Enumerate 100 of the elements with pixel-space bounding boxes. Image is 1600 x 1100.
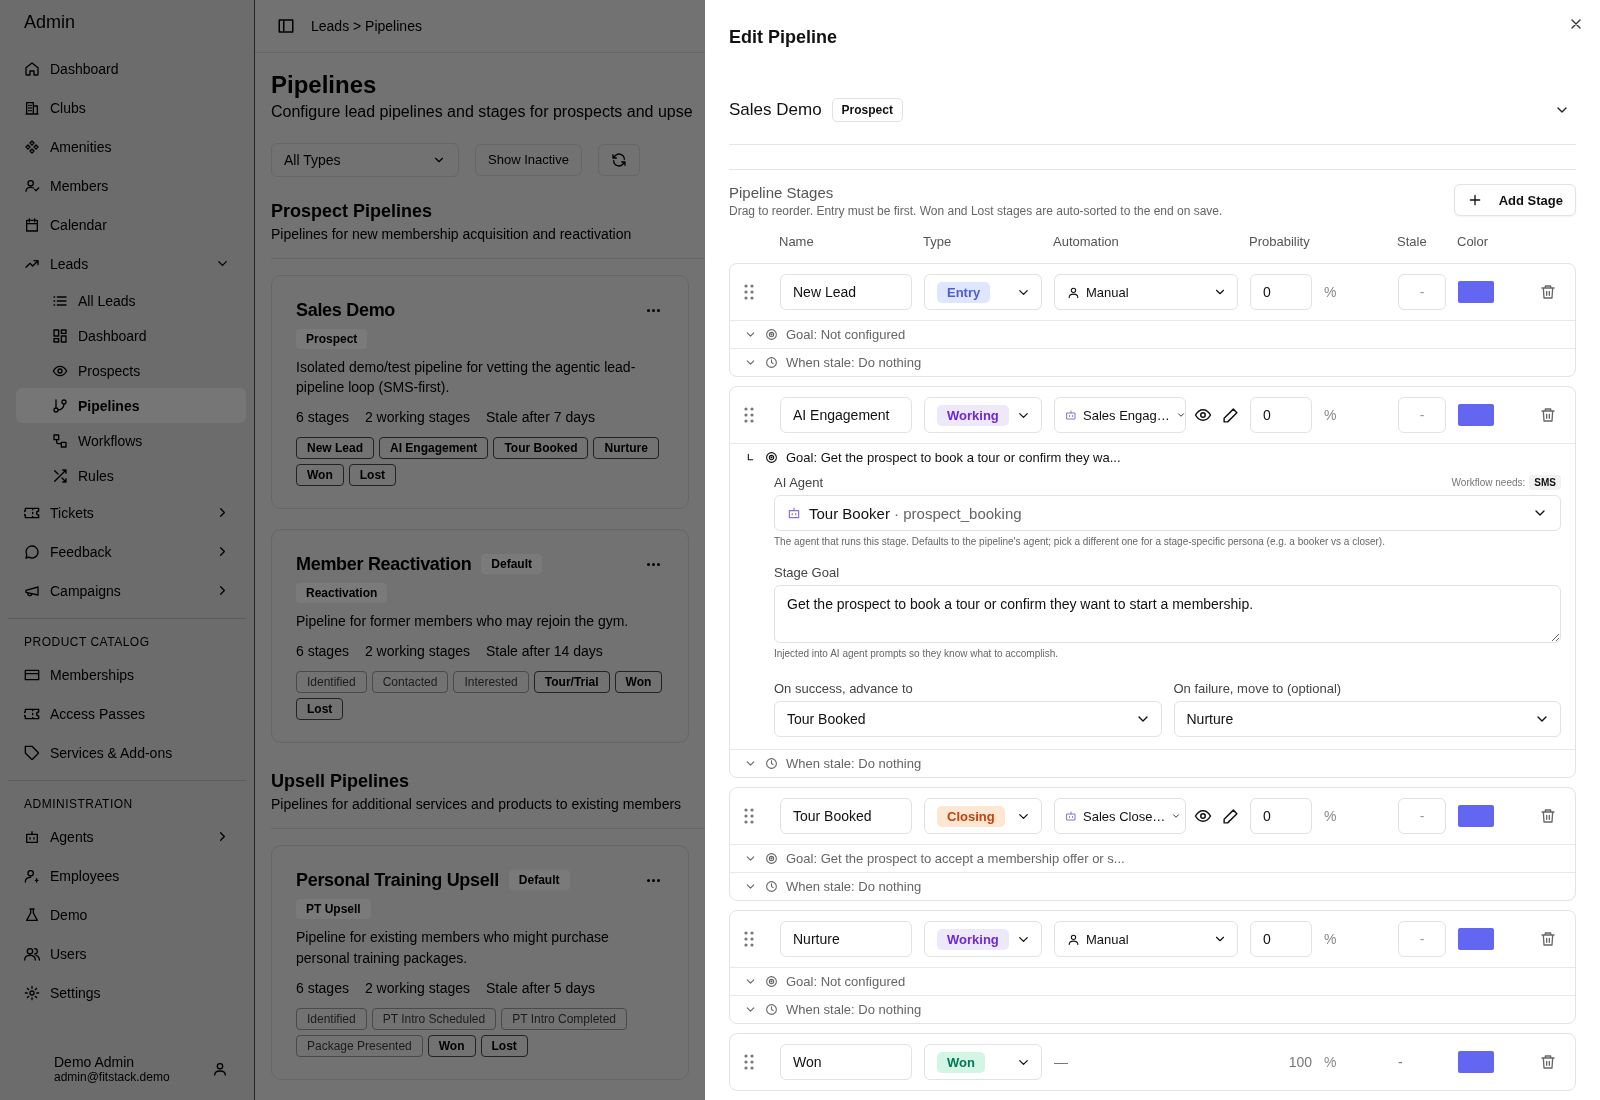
stage-name-field[interactable]: Won (780, 1044, 912, 1080)
goal-toggle[interactable]: Goal: Not configured (730, 320, 1575, 348)
nav-item[interactable]: Users (8, 934, 246, 973)
nav-item[interactable]: Memberships (8, 655, 246, 694)
color-swatch[interactable] (1458, 281, 1494, 303)
robot-icon (787, 506, 801, 520)
drag-handle-icon[interactable] (744, 1054, 754, 1070)
pipeline-stat: 2 working stages (364, 409, 470, 426)
nav-item[interactable]: Prospects (16, 353, 246, 388)
automation-select[interactable]: Manual (1054, 921, 1238, 957)
goal-toggle[interactable]: Goal: Get the prospect to book a tour or confirm they wa... (730, 443, 1575, 471)
type-select[interactable]: Working (924, 921, 1042, 957)
nav-item[interactable]: Dashboard (8, 49, 246, 88)
stale-toggle[interactable]: When stale: Do nothing (730, 872, 1575, 900)
type-select[interactable]: Closing (924, 798, 1042, 834)
nav-item[interactable]: Clubs (8, 88, 246, 127)
type-select[interactable]: Entry (924, 274, 1042, 310)
automation-select[interactable]: Sales Engag… (1054, 397, 1186, 433)
nav-item[interactable]: Employees (8, 856, 246, 895)
stage-name-field[interactable]: Nurture (780, 921, 912, 957)
stale-toggle[interactable]: When stale: Do nothing (730, 749, 1575, 777)
drag-handle-icon[interactable] (744, 931, 754, 947)
chevron-down-icon (1171, 811, 1182, 821)
nav-item[interactable]: Calendar (8, 205, 246, 244)
type-select[interactable]: Working (924, 397, 1042, 433)
stage-tag: Lost (480, 1035, 528, 1057)
section-description: Pipelines for additional services and products to existing members (271, 796, 705, 830)
success-select[interactable]: Tour Booked (774, 701, 1162, 737)
nav-item[interactable]: Agents (8, 817, 246, 856)
automation-select[interactable]: Sales Close… (1054, 798, 1186, 834)
agent-select[interactable]: Tour Booker · prospect_booking (774, 495, 1561, 531)
nav-item[interactable]: Dashboard (16, 318, 246, 353)
target-icon (765, 975, 778, 988)
nav-item[interactable]: Amenities (8, 127, 246, 166)
color-swatch[interactable] (1458, 805, 1494, 827)
color-swatch[interactable] (1458, 1051, 1494, 1073)
probability-field[interactable]: 0 (1250, 397, 1312, 433)
drag-handle-icon[interactable] (744, 407, 754, 423)
pipeline-card[interactable]: Sales Demo Prospect Isolated demo/test pipeline for vetting the agentic lead-pipeline loop (SMS-first). 6 stages 2 working stages Stale after 7 days New Lead AI Engagement Tour Booked Nurture Won Lost (271, 274, 689, 510)
pencil-icon (1222, 406, 1239, 424)
stale-toggle[interactable]: When stale: Do nothing (730, 348, 1575, 376)
nav-item[interactable]: Services & Add-ons (8, 733, 246, 772)
nav-item[interactable]: Campaigns (8, 571, 246, 610)
stage-tag: Won (614, 671, 663, 694)
refresh-button[interactable] (597, 143, 640, 176)
stale-field[interactable]: - (1398, 397, 1446, 433)
delete-button[interactable] (1540, 284, 1556, 300)
section-title: Prospect Pipelines (271, 200, 434, 222)
drag-handle-icon[interactable] (744, 284, 754, 300)
section-description: Pipelines for new membership acquisition and reactivation (271, 225, 705, 259)
stage-tag: Nurture (593, 437, 659, 460)
clock-icon (765, 1003, 778, 1016)
stage-name-field[interactable]: AI Engagement (780, 397, 912, 433)
nav-item[interactable]: Members (8, 166, 246, 205)
stale-field[interactable]: - (1398, 921, 1446, 957)
stage-name-field[interactable]: Tour Booked (780, 798, 912, 834)
probability-field[interactable]: 0 (1250, 274, 1312, 310)
add-stage-button[interactable]: Add Stage (1453, 184, 1576, 216)
nav-item[interactable]: Tickets (8, 493, 246, 532)
nav-item[interactable]: Pipelines (16, 388, 246, 423)
stage-tag: Won (427, 1035, 476, 1057)
nav-item[interactable]: All Leads (16, 283, 246, 318)
delete-button[interactable] (1540, 407, 1556, 423)
pipeline-card[interactable]: Member Reactivation Default Reactivation Pipeline for former members who may rejoin the gym. 6 stages 2 working stages Stale after 14 days Identified Contacted Interested Tour/Trial Won Lost (271, 529, 689, 744)
goal-toggle[interactable]: Goal: Get the prospect to accept a membership offer or s... (730, 844, 1575, 872)
delete-button[interactable] (1540, 1054, 1556, 1070)
stage-tag: New Lead (296, 437, 374, 460)
stage-tag: Identified (296, 671, 367, 694)
nav-item[interactable]: Demo (8, 895, 246, 934)
nav-item[interactable]: Settings (8, 973, 246, 1012)
delete-button[interactable] (1540, 931, 1556, 947)
delete-button[interactable] (1540, 808, 1556, 824)
stage-name-field[interactable]: New Lead (780, 274, 912, 310)
pipeline-card[interactable] (271, 845, 689, 1080)
pipeline-description: Pipeline for former members who may rejoin the gym. (296, 612, 630, 632)
stale-field[interactable]: - (1398, 274, 1446, 310)
probability-field[interactable]: 0 (1250, 798, 1312, 834)
nav-item[interactable]: Feedback (8, 532, 246, 571)
clock-icon (765, 757, 778, 770)
stale-field[interactable]: - (1398, 798, 1446, 834)
probability-field[interactable]: 0 (1250, 921, 1312, 957)
stale-toggle[interactable]: When stale: Do nothing (730, 995, 1575, 1023)
goal-toggle[interactable]: Goal: Not configured (730, 967, 1575, 995)
color-swatch[interactable] (1458, 404, 1494, 426)
drag-handle-icon[interactable] (744, 808, 754, 824)
nav-item[interactable]: Rules (16, 458, 246, 493)
automation-select[interactable]: Manual (1054, 274, 1238, 310)
type-select[interactable]: Won (924, 1044, 1042, 1080)
nav-item[interactable]: Leads (8, 244, 246, 283)
nav-item[interactable]: Workflows (16, 423, 246, 458)
page-subtitle: Configure lead pipelines and stages for prospects and upse (271, 102, 694, 121)
drawer-title: Edit Pipeline (729, 26, 839, 49)
goal-textarea[interactable]: Get the prospect to book a tour or confirm they want to start a membership. (774, 585, 1561, 643)
help-text: Injected into AI agent prompts so they know what to accomplish. (774, 648, 1060, 659)
failure-select[interactable]: Nurture (1173, 701, 1561, 737)
home-icon (24, 60, 40, 77)
trash-icon (1540, 808, 1556, 824)
color-swatch[interactable] (1458, 928, 1494, 950)
type-filter[interactable]: All Types (271, 142, 459, 177)
nav-item[interactable]: Access Passes (8, 694, 246, 733)
